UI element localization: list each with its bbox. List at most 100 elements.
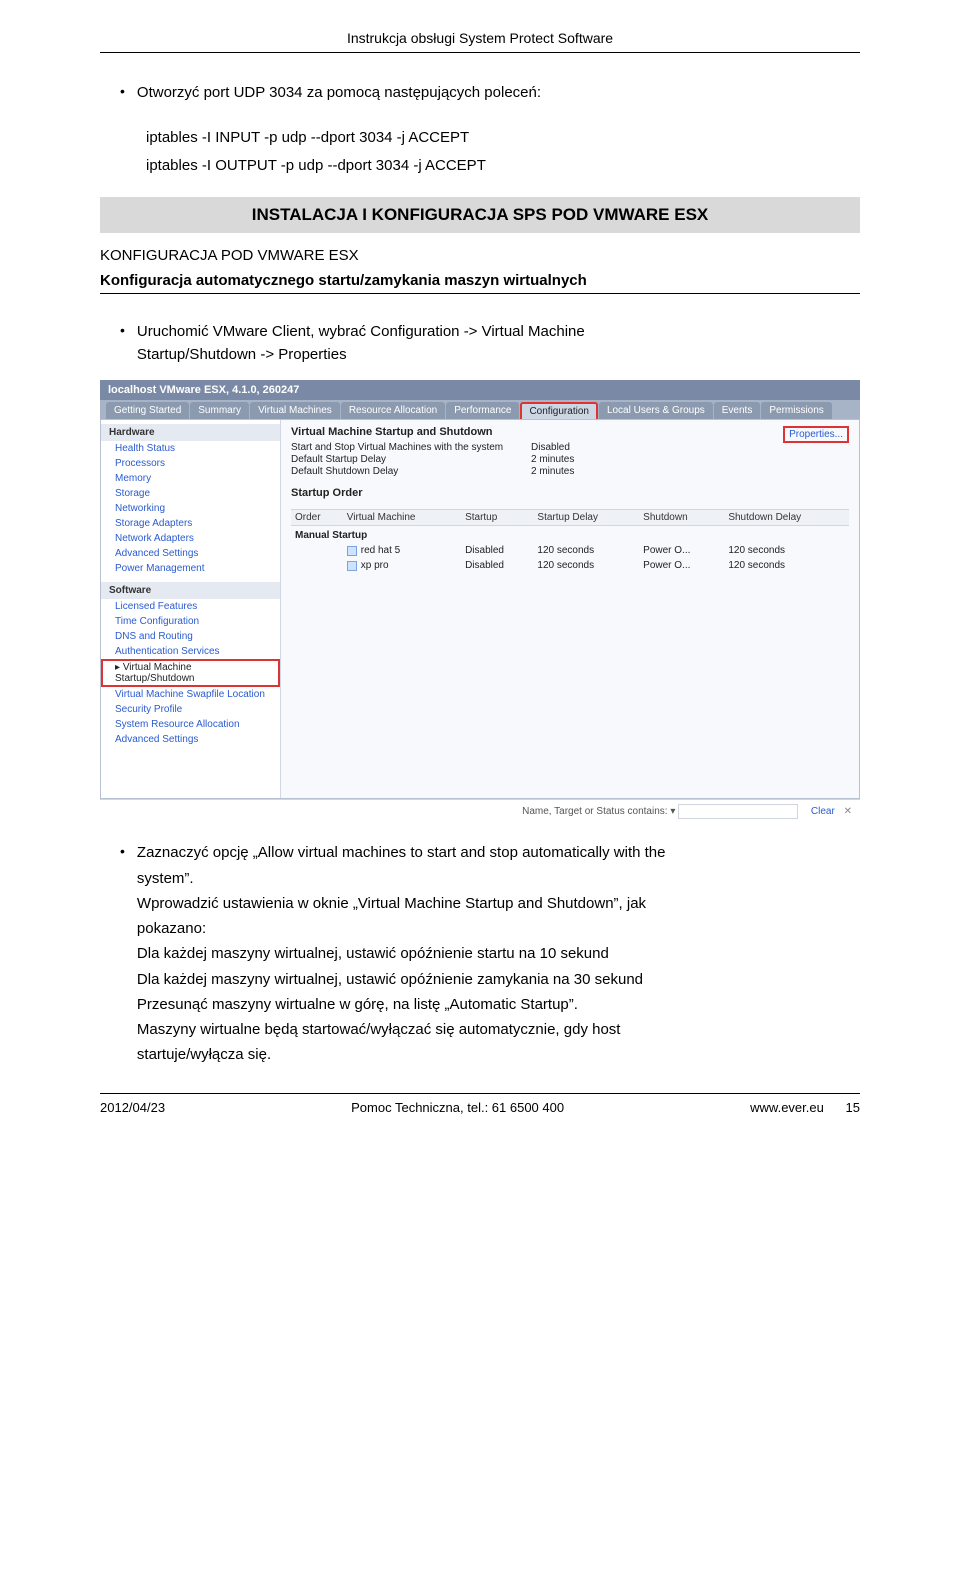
footer-page-number: 15: [846, 1100, 860, 1115]
cell-order: [291, 543, 343, 558]
tab-performance[interactable]: Performance: [446, 402, 519, 419]
tab-local-users[interactable]: Local Users & Groups: [599, 402, 713, 419]
vm-icon: [347, 561, 357, 571]
table-row[interactable]: xp pro Disabled 120 seconds Power O... 1…: [291, 558, 849, 573]
start-delay-line: Dla każdej maszyny wirtualnej, ustawić o…: [137, 942, 666, 965]
col-vm[interactable]: Virtual Machine: [343, 510, 461, 526]
cell-vm: red hat 5: [343, 543, 461, 558]
bullet-icon: •: [120, 320, 125, 367]
kv-row: Default Shutdown Delay2 minutes: [291, 466, 849, 477]
filter-label: Name, Target or Status contains: ▾: [522, 806, 675, 817]
allow-vm-line2: system”.: [137, 867, 666, 890]
clear-link[interactable]: Clear: [811, 806, 835, 817]
settings-line1: Wprowadzić ustawienia w oknie „Virtual M…: [137, 892, 666, 915]
vmware-sidebar: Hardware Health Status Processors Memory…: [101, 420, 281, 798]
cell-startup: Disabled: [461, 543, 533, 558]
panel-title: Virtual Machine Startup and Shutdown: [291, 426, 849, 438]
footer-date: 2012/04/23: [100, 1100, 165, 1115]
intro-bullet: • Otworzyć port UDP 3034 za pomocą nastę…: [120, 81, 860, 104]
cell-vm-text: xp pro: [361, 560, 389, 571]
sidebar-item-power-mgmt[interactable]: Power Management: [101, 561, 280, 576]
subhead-autostart: Konfiguracja automatycznego startu/zamyk…: [100, 272, 860, 294]
sidebar-item-vm-startup-shutdown[interactable]: ▸ Virtual Machine Startup/Shutdown: [101, 659, 280, 687]
kv-val: 2 minutes: [531, 466, 631, 477]
kv-val: 2 minutes: [531, 454, 631, 465]
kv-row: Start and Stop Virtual Machines with the…: [291, 442, 849, 453]
cell-startup-delay: 120 seconds: [533, 543, 639, 558]
page-header: Instrukcja obsługi System Protect Softwa…: [100, 30, 860, 46]
auto-start-line2: startuje/wyłącza się.: [137, 1043, 666, 1066]
sidebar-item-licensed[interactable]: Licensed Features: [101, 599, 280, 614]
cell-shutdown: Power O...: [639, 543, 724, 558]
allow-vm-line1: Zaznaczyć opcję „Allow virtual machines …: [137, 841, 666, 864]
sidebar-item-security[interactable]: Security Profile: [101, 702, 280, 717]
sidebar-item-sys-resource[interactable]: System Resource Allocation: [101, 717, 280, 732]
kv-val: Disabled: [531, 442, 631, 453]
settings-line2: pokazano:: [137, 917, 666, 940]
sidebar-item-memory[interactable]: Memory: [101, 471, 280, 486]
kv-key: Start and Stop Virtual Machines with the…: [291, 442, 531, 453]
tab-events[interactable]: Events: [714, 402, 761, 419]
cell-order: [291, 558, 343, 573]
sidebar-item-dns[interactable]: DNS and Routing: [101, 629, 280, 644]
col-startup[interactable]: Startup: [461, 510, 533, 526]
tab-permissions[interactable]: Permissions: [761, 402, 831, 419]
col-shutdown[interactable]: Shutdown: [639, 510, 724, 526]
tab-summary[interactable]: Summary: [190, 402, 249, 419]
bullet-icon: •: [120, 841, 125, 863]
header-rule: [100, 52, 860, 53]
allow-vm-bullet: • Zaznaczyć opcję „Allow virtual machine…: [120, 841, 860, 1068]
col-startup-delay[interactable]: Startup Delay: [533, 510, 639, 526]
sidebar-item-network-adapters[interactable]: Network Adapters: [101, 531, 280, 546]
vm-icon: [347, 546, 357, 556]
shutdown-delay-line: Dla każdej maszyny wirtualnej, ustawić o…: [137, 968, 666, 991]
sidebar-head-hardware: Hardware: [101, 424, 280, 441]
cell-shutdown-delay: 120 seconds: [724, 543, 849, 558]
table-row[interactable]: red hat 5 Disabled 120 seconds Power O..…: [291, 543, 849, 558]
page-footer: 2012/04/23 Pomoc Techniczna, tel.: 61 65…: [100, 1094, 860, 1115]
col-shutdown-delay[interactable]: Shutdown Delay: [724, 510, 849, 526]
auto-start-line1: Maszyny wirtualne będą startować/wyłącza…: [137, 1018, 666, 1041]
iptables-cmd-input: iptables -I INPUT -p udp --dport 3034 -j…: [146, 126, 860, 149]
footer-support: Pomoc Techniczna, tel.: 61 6500 400: [351, 1100, 564, 1115]
tab-configuration[interactable]: Configuration: [520, 402, 597, 419]
cell-vm: xp pro: [343, 558, 461, 573]
startup-order-table: Order Virtual Machine Startup Startup De…: [291, 509, 849, 573]
vmware-main-panel: Properties... Virtual Machine Startup an…: [281, 420, 859, 798]
sidebar-item-time[interactable]: Time Configuration: [101, 614, 280, 629]
intro-text: Otworzyć port UDP 3034 za pomocą następu…: [137, 81, 541, 104]
vmware-screenshot: localhost VMware ESX, 4.1.0, 260247 Gett…: [100, 380, 860, 823]
tab-virtual-machines[interactable]: Virtual Machines: [250, 402, 340, 419]
vmware-step-line1: Uruchomić VMware Client, wybrać Configur…: [137, 320, 837, 343]
tab-getting-started[interactable]: Getting Started: [106, 402, 189, 419]
sidebar-item-swapfile[interactable]: Virtual Machine Swapfile Location: [101, 687, 280, 702]
kv-row: Default Startup Delay2 minutes: [291, 454, 849, 465]
tab-resource-allocation[interactable]: Resource Allocation: [341, 402, 445, 419]
section-label: Manual Startup: [291, 526, 849, 544]
properties-link[interactable]: Properties...: [783, 426, 849, 443]
table-section-manual: Manual Startup: [291, 526, 849, 544]
vmware-window-title: localhost VMware ESX, 4.1.0, 260247: [100, 380, 860, 400]
vmware-step: • Uruchomić VMware Client, wybrać Config…: [120, 320, 860, 367]
sidebar-item-processors[interactable]: Processors: [101, 456, 280, 471]
sidebar-item-label: Virtual Machine Startup/Shutdown: [115, 662, 195, 684]
vmware-tabs: Getting Started Summary Virtual Machines…: [100, 400, 860, 419]
sidebar-item-auth[interactable]: Authentication Services: [101, 644, 280, 659]
filter-input[interactable]: [678, 804, 798, 819]
subhead-konfiguracja-esx: KONFIGURACJA POD VMWARE ESX: [100, 247, 860, 264]
sidebar-item-sw-advanced[interactable]: Advanced Settings: [101, 732, 280, 747]
sidebar-item-networking[interactable]: Networking: [101, 501, 280, 516]
vmware-step-line2: Startup/Shutdown -> Properties: [137, 343, 837, 366]
close-icon[interactable]: ✕: [844, 806, 852, 817]
section-banner: INSTALACJA I KONFIGURACJA SPS POD VMWARE…: [100, 197, 860, 233]
sidebar-item-storage-adapters[interactable]: Storage Adapters: [101, 516, 280, 531]
iptables-cmd-output: iptables -I OUTPUT -p udp --dport 3034 -…: [146, 154, 860, 177]
sidebar-head-software: Software: [101, 582, 280, 599]
sidebar-item-storage[interactable]: Storage: [101, 486, 280, 501]
cell-shutdown: Power O...: [639, 558, 724, 573]
move-up-line: Przesunąć maszyny wirtualne w górę, na l…: [137, 993, 666, 1016]
footer-url: www.ever.eu: [750, 1100, 824, 1115]
sidebar-item-health-status[interactable]: Health Status: [101, 441, 280, 456]
sidebar-item-hw-advanced[interactable]: Advanced Settings: [101, 546, 280, 561]
col-order[interactable]: Order: [291, 510, 343, 526]
